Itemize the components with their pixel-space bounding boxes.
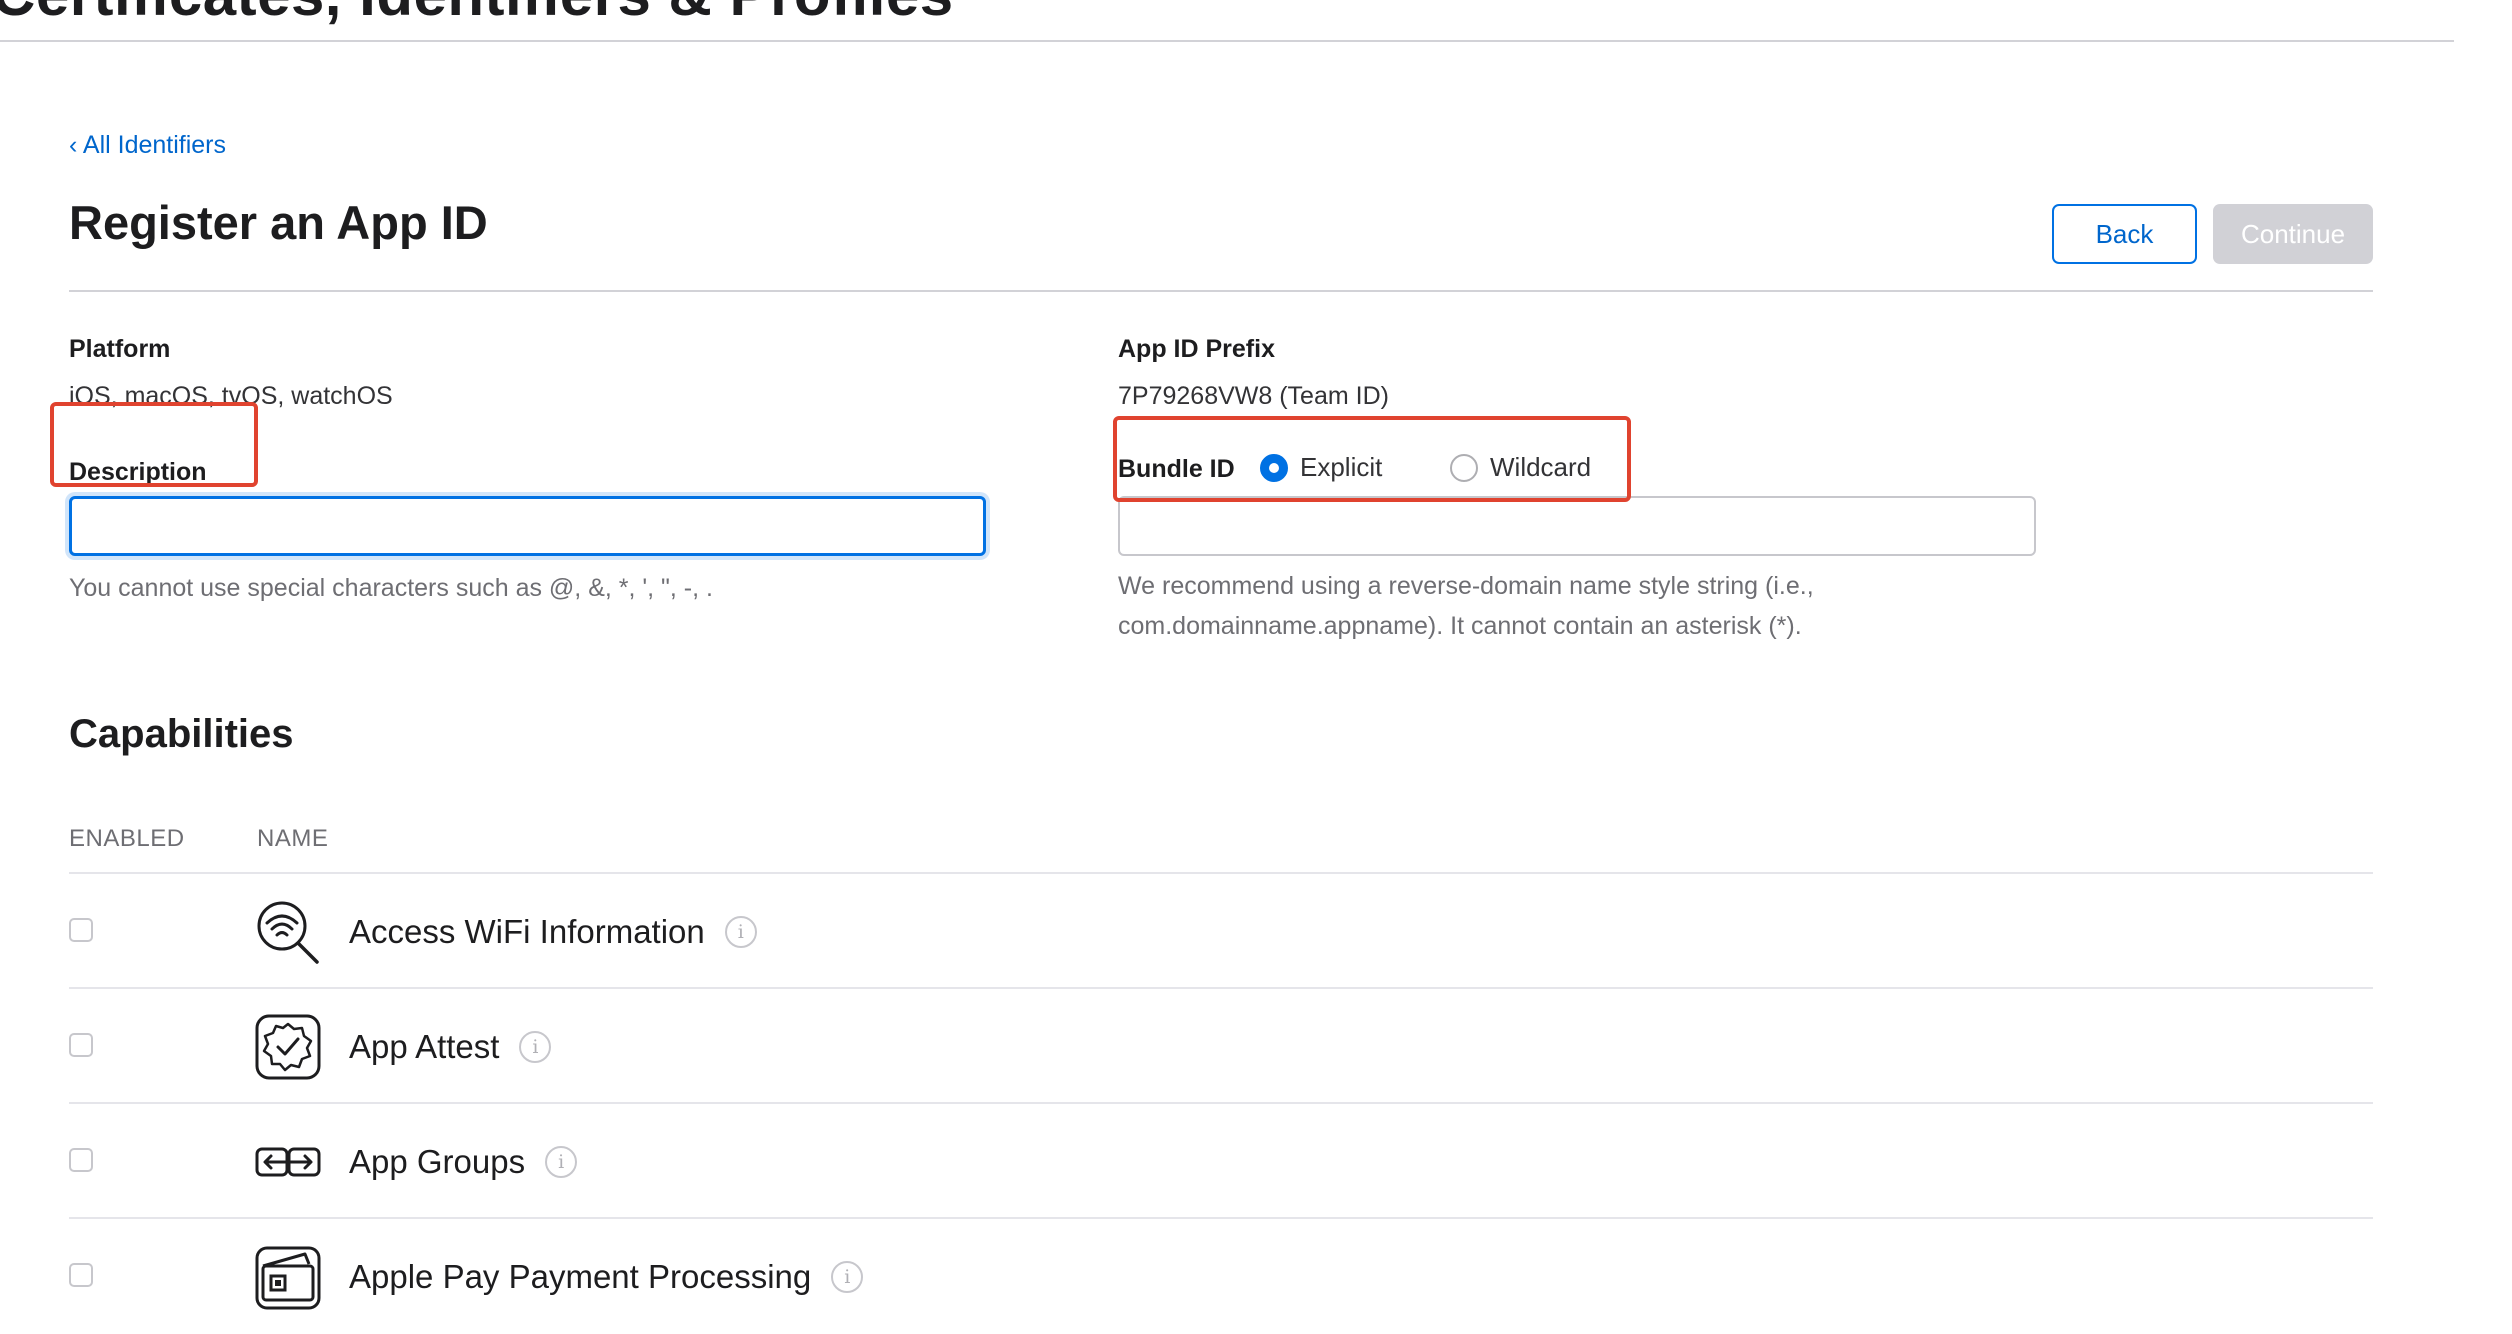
capability-checkbox[interactable] [69,1148,93,1172]
capability-row: Access WiFi Information i [69,874,2373,989]
back-button[interactable]: Back [2052,204,2197,264]
page-title: Register an App ID [69,196,488,249]
capability-checkbox[interactable] [69,1263,93,1287]
capabilities-title: Capabilities [69,712,294,756]
info-icon[interactable]: i [831,1261,864,1293]
capability-row: App Groups i [69,1104,2373,1219]
app-id-prefix-value: 7P79268VW8 (Team ID) [1118,382,1389,410]
wifi-search-icon [257,901,319,964]
bundle-id-help-line-1: We recommend using a reverse-domain name… [1118,572,1814,600]
info-icon[interactable]: i [545,1146,578,1178]
name-column-header: NAME [257,825,329,852]
bundle-id-help-line-2: com.domainname.appname). It cannot conta… [1118,612,1802,640]
capability-name: App Attest [349,1028,500,1065]
capability-name: Access WiFi Information [349,913,705,950]
capability-name: Apple Pay Payment Processing [349,1258,812,1295]
info-icon[interactable]: i [519,1031,552,1063]
continue-button[interactable]: Continue [2213,204,2373,264]
app-groups-icon [255,1147,321,1177]
capability-checkbox[interactable] [69,1033,93,1057]
annotation-box-bundle-id [1113,416,1631,502]
app-id-prefix-label: App ID Prefix [1118,335,1275,363]
all-identifiers-link[interactable]: ‹ All Identifiers [69,131,226,160]
description-input[interactable] [69,496,986,556]
wallet-cards-icon [255,1246,321,1310]
badge-check-icon [255,1014,321,1080]
header-divider [0,40,2454,42]
capability-row: App Attest i [69,989,2373,1104]
bundle-id-input[interactable] [1118,496,2036,556]
platform-label: Platform [69,335,171,363]
capability-checkbox[interactable] [69,918,93,942]
annotation-box-description [50,402,258,487]
capability-row: Apple Pay Payment Processing i [69,1219,2373,1334]
title-divider [69,290,2373,292]
description-help: You cannot use special characters such a… [69,574,713,602]
info-icon[interactable]: i [724,916,757,948]
enabled-column-header: ENABLED [69,825,185,852]
bundle-id-help: We recommend using a reverse-domain name… [1118,566,1814,646]
capability-name: App Groups [349,1143,526,1180]
site-title: Certificates, Identifiers & Profiles [0,0,954,29]
